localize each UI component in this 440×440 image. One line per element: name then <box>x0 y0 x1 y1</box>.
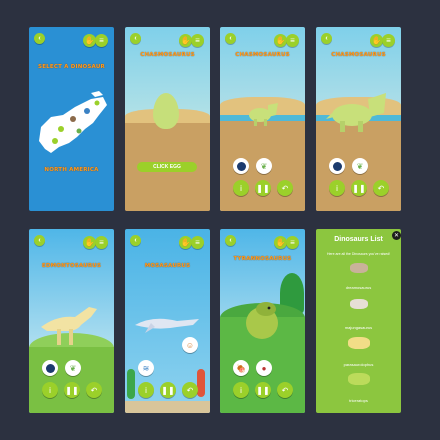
food-button[interactable] <box>329 158 345 174</box>
food-button[interactable] <box>233 158 249 174</box>
back-button[interactable]: ‹ <box>225 235 236 246</box>
undo-button[interactable]: ↶ <box>277 180 293 196</box>
screen-title: EDMONTOSAURUS <box>41 263 102 269</box>
pause-button[interactable]: ❚❚ <box>255 382 271 398</box>
tyrannosaurus-egg[interactable] <box>242 299 282 341</box>
list-item-image <box>348 337 370 349</box>
dinosaurs-list-screen: ✕ Dinosaurs List Here are all the Dinosa… <box>316 229 401 413</box>
back-button[interactable]: ‹ <box>130 235 141 246</box>
figure-button[interactable]: ☺ <box>182 337 198 353</box>
edmontosaurus-screen: ‹ ✋ ≡ EDMONTOSAURUS ❦ i ❚❚ ↶ <box>29 229 114 413</box>
menu-button[interactable]: ≡ <box>382 34 395 47</box>
dinosaur-egg[interactable] <box>153 93 179 129</box>
edmontosaurus[interactable] <box>37 297 99 347</box>
menu-button[interactable]: ≡ <box>95 236 108 249</box>
list-title: Dinosaurs List <box>334 236 383 243</box>
undo-button[interactable]: ↶ <box>277 382 293 398</box>
select-dinosaur-screen: ‹ ✋ ≡ SELECT A DINOSAUR NORTH AMERICA <box>29 27 114 211</box>
list-item-image <box>350 263 368 273</box>
screen-title: CHASMOSAURUS <box>235 52 290 58</box>
dino-marker <box>52 138 58 144</box>
back-button[interactable]: ‹ <box>225 33 236 44</box>
mosasaurus[interactable] <box>133 311 203 335</box>
undo-button[interactable]: ↶ <box>86 382 102 398</box>
undo-button[interactable]: ↶ <box>182 382 198 398</box>
mosasaurus-screen: ‹ ✋ ≡ MOSASAURUS ≋ ☺ i ❚❚ ↶ <box>125 229 210 413</box>
seaweed <box>127 369 135 399</box>
plant-button[interactable]: ❦ <box>256 158 272 174</box>
info-button[interactable]: i <box>233 180 249 196</box>
coral <box>197 369 205 397</box>
screen-title: CHASMOSAURUS <box>140 52 195 58</box>
screen-title: SELECT A DINOSAUR <box>38 64 105 70</box>
pause-button[interactable]: ❚❚ <box>64 382 80 398</box>
list-item-label[interactable]: triceratops <box>316 398 401 403</box>
plant-button[interactable]: ❦ <box>352 158 368 174</box>
ground <box>29 347 114 413</box>
pause-button[interactable]: ❚❚ <box>160 382 176 398</box>
screen-title: TYRANNOSAURUS <box>233 256 292 262</box>
menu-button[interactable]: ≡ <box>286 236 299 249</box>
info-button[interactable]: i <box>138 382 154 398</box>
menu-button[interactable]: ≡ <box>191 34 204 47</box>
egg-screen: ‹ ✋ ≡ CHASMOSAURUS CLICK EGG <box>125 27 210 211</box>
north-america-map[interactable] <box>33 89 111 159</box>
back-button[interactable]: ‹ <box>321 33 332 44</box>
info-button[interactable]: i <box>233 382 249 398</box>
dino-marker <box>84 108 90 114</box>
chasmosaurus-adult[interactable] <box>326 89 392 133</box>
menu-button[interactable]: ≡ <box>95 34 108 47</box>
info-button[interactable]: i <box>329 180 345 196</box>
tyrannosaurus-screen: ‹ ✋ ≡ TYRANNOSAURUS 🍖 ● i ❚❚ ↶ <box>220 229 305 413</box>
list-subtitle: Here are all the Dinosaurs you've raised… <box>326 252 391 256</box>
list-item-label[interactable]: majungasaurus <box>316 325 401 330</box>
meat-button[interactable]: 🍖 <box>233 360 249 376</box>
seabed <box>125 401 210 413</box>
food-button[interactable] <box>42 360 58 376</box>
click-egg-button[interactable]: CLICK EGG <box>137 162 197 172</box>
screen-title: MOSASAURUS <box>144 263 191 269</box>
undo-button[interactable]: ↶ <box>373 180 389 196</box>
fish-button[interactable]: ≋ <box>138 360 154 376</box>
list-item-label[interactable]: dreamosaurus <box>316 285 401 290</box>
back-button[interactable]: ‹ <box>34 235 45 246</box>
chasmosaurus-baby[interactable] <box>246 97 282 127</box>
dino-marker <box>94 100 100 106</box>
menu-button[interactable]: ≡ <box>191 236 204 249</box>
chasmosaurus-big-screen: ‹ ✋ ≡ CHASMOSAURUS ❦ i ❚❚ ↶ <box>316 27 401 211</box>
menu-button[interactable]: ≡ <box>286 34 299 47</box>
back-button[interactable]: ‹ <box>34 33 45 44</box>
dino-marker <box>58 126 64 132</box>
screen-title: CHASMOSAURUS <box>331 52 386 58</box>
list-item-image <box>348 373 370 385</box>
dino-marker <box>70 116 76 122</box>
chasmosaurus-small-screen: ‹ ✋ ≡ CHASMOSAURUS ❦ i ❚❚ ↶ <box>220 27 305 211</box>
meat-button-2[interactable]: ● <box>256 360 272 376</box>
plant-button[interactable]: ❦ <box>65 360 81 376</box>
region-label: NORTH AMERICA <box>44 167 99 173</box>
list-item-label[interactable]: parasaurolophus <box>316 362 401 367</box>
dino-marker <box>76 128 82 134</box>
pause-button[interactable]: ❚❚ <box>351 180 367 196</box>
info-button[interactable]: i <box>42 382 58 398</box>
pause-button[interactable]: ❚❚ <box>255 180 271 196</box>
list-item-image <box>350 299 368 309</box>
back-button[interactable]: ‹ <box>130 33 141 44</box>
